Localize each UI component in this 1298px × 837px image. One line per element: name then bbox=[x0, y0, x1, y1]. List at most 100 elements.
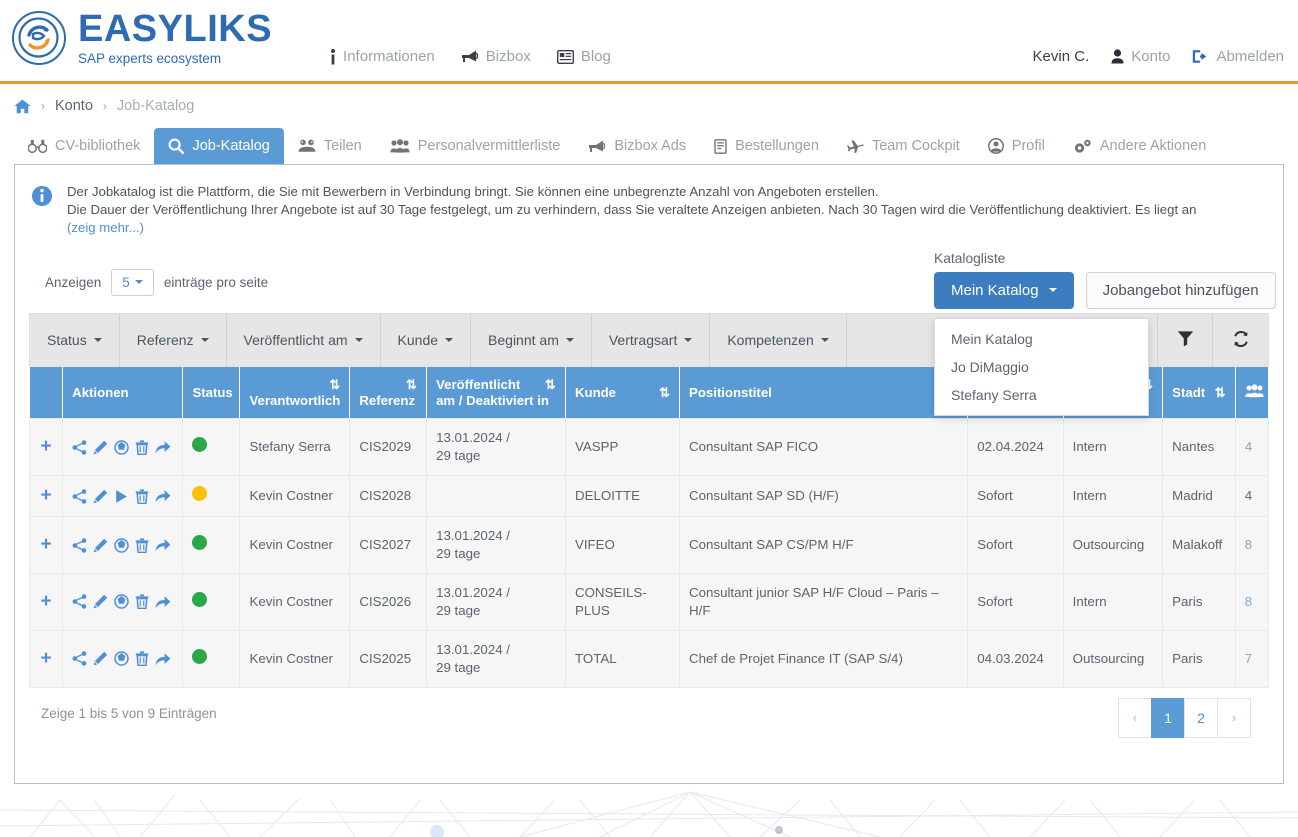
stop-circle-icon[interactable] bbox=[114, 538, 129, 553]
logout-link[interactable]: Abmelden bbox=[1192, 48, 1284, 65]
stop-circle-icon[interactable] bbox=[114, 651, 129, 666]
trash-icon[interactable] bbox=[135, 440, 149, 455]
top-nav-informationen[interactable]: Informationen bbox=[330, 48, 435, 65]
cell-text: Intern bbox=[1073, 439, 1107, 454]
cell-text: CIS2025 bbox=[359, 651, 411, 666]
trash-icon[interactable] bbox=[135, 594, 149, 609]
candidate-count[interactable]: 4 bbox=[1245, 439, 1252, 454]
share-icon[interactable] bbox=[72, 538, 87, 553]
top-nav-bizbox[interactable]: Bizbox bbox=[461, 48, 531, 65]
share-icon[interactable] bbox=[72, 440, 87, 455]
filter-beginnt-am[interactable]: Beginnt am bbox=[471, 314, 592, 367]
catalog-option-jo-dimaggio[interactable]: Jo DiMaggio bbox=[935, 353, 1148, 381]
alert-show-more-link[interactable]: (zeig mehr...) bbox=[67, 220, 144, 235]
sort-icon[interactable]: ⇅ bbox=[545, 377, 556, 393]
brand-logo[interactable]: EASYLIKS SAP experts ecosystem bbox=[0, 0, 272, 66]
filter-veroeffentlicht-am[interactable]: Veröffentlicht am bbox=[227, 314, 381, 367]
trash-icon[interactable] bbox=[135, 489, 149, 504]
col-veroeffentlicht-deaktiviert[interactable]: ⇅Veröffentlicht am / Deaktiviert in bbox=[427, 367, 566, 419]
account-link[interactable]: Konto bbox=[1111, 48, 1170, 65]
refresh-button[interactable] bbox=[1213, 314, 1268, 367]
filter-vertragsart[interactable]: Vertragsart bbox=[592, 314, 710, 367]
catalog-option-mein-katalog[interactable]: Mein Katalog bbox=[935, 325, 1148, 353]
pencil-icon[interactable] bbox=[93, 440, 108, 455]
tab-andere-aktionen[interactable]: Andere Aktionen bbox=[1059, 128, 1220, 164]
share-icon[interactable] bbox=[72, 489, 87, 504]
sort-icon[interactable]: ⇅ bbox=[1215, 385, 1226, 401]
forward-arrow-icon[interactable] bbox=[155, 440, 171, 454]
forward-arrow-icon[interactable] bbox=[155, 652, 171, 666]
row-veroeffentlicht-cell bbox=[427, 476, 566, 517]
cell-text: Paris bbox=[1172, 594, 1202, 609]
col-positionstitel[interactable]: ⇅Positionstitel bbox=[680, 367, 968, 419]
sort-icon[interactable]: ⇅ bbox=[329, 377, 340, 393]
page-1-button[interactable]: 1 bbox=[1151, 698, 1185, 738]
filter-status[interactable]: Status bbox=[30, 314, 120, 367]
candidate-count[interactable]: 8 bbox=[1245, 594, 1252, 609]
tab-profil[interactable]: Profil bbox=[974, 128, 1059, 164]
share-icon[interactable] bbox=[72, 651, 87, 666]
play-icon[interactable] bbox=[114, 489, 129, 504]
pencil-icon[interactable] bbox=[93, 594, 108, 609]
top-nav-blog[interactable]: Blog bbox=[557, 48, 611, 65]
catalog-option-stefany-serra[interactable]: Stefany Serra bbox=[935, 381, 1148, 409]
status-badge bbox=[192, 592, 207, 607]
expand-row-button[interactable]: + bbox=[41, 436, 52, 457]
add-job-offer-button[interactable]: Jobangebot hinzufügen bbox=[1086, 272, 1276, 309]
job-catalog-card: Der Jobkatalog ist die Plattform, die Si… bbox=[14, 164, 1284, 784]
filter-label: Kunde bbox=[398, 332, 438, 348]
catalog-dropdown-button[interactable]: Mein Katalog bbox=[934, 272, 1074, 309]
tab-bizbox-ads[interactable]: Bizbox Ads bbox=[574, 128, 700, 164]
sort-icon[interactable]: ⇅ bbox=[406, 377, 417, 393]
expand-row-button[interactable]: + bbox=[41, 485, 52, 506]
filter-kunde[interactable]: Kunde bbox=[381, 314, 471, 367]
row-status-cell bbox=[183, 476, 240, 517]
trash-icon[interactable] bbox=[135, 651, 149, 666]
candidate-count[interactable]: 7 bbox=[1245, 651, 1252, 666]
pencil-icon[interactable] bbox=[93, 489, 108, 504]
stop-circle-icon[interactable] bbox=[114, 440, 129, 455]
col-referenz[interactable]: ⇅Referenz bbox=[350, 367, 427, 419]
breadcrumb: › Konto › Job-Katalog bbox=[0, 84, 1298, 114]
sort-icon[interactable]: ⇅ bbox=[659, 385, 670, 401]
tab-team-cockpit[interactable]: Team Cockpit bbox=[833, 128, 974, 164]
tab-cv-bibliothek[interactable]: CV-bibliothek bbox=[14, 128, 154, 164]
page-length-control: Anzeigen 5 einträge pro seite bbox=[45, 269, 268, 296]
tab-label: Andere Aktionen bbox=[1100, 138, 1206, 154]
expand-row-button[interactable]: + bbox=[41, 648, 52, 669]
expand-row-button[interactable]: + bbox=[41, 534, 52, 555]
filter-kompetenzen[interactable]: Kompetenzen bbox=[710, 314, 846, 367]
stop-circle-icon[interactable] bbox=[114, 594, 129, 609]
pencil-icon[interactable] bbox=[93, 538, 108, 553]
forward-arrow-icon[interactable] bbox=[155, 595, 171, 609]
col-kunde[interactable]: ⇅ Kunde bbox=[565, 367, 679, 419]
pencil-icon[interactable] bbox=[93, 651, 108, 666]
filter-referenz[interactable]: Referenz bbox=[120, 314, 227, 367]
page-next-button[interactable]: › bbox=[1217, 698, 1251, 738]
col-label: Kunde bbox=[575, 385, 616, 400]
site-header: EASYLIKS SAP experts ecosystem Informati… bbox=[0, 0, 1298, 84]
page-prev-button[interactable]: ‹ bbox=[1118, 698, 1152, 738]
expand-row-button[interactable]: + bbox=[41, 591, 52, 612]
refresh-icon bbox=[1232, 330, 1250, 351]
page-length-select[interactable]: 5 bbox=[111, 269, 154, 296]
share-icon[interactable] bbox=[72, 594, 87, 609]
forward-arrow-icon[interactable] bbox=[155, 538, 171, 552]
trash-icon[interactable] bbox=[135, 538, 149, 553]
tab-bestellungen[interactable]: Bestellungen bbox=[700, 128, 833, 164]
tab-teilen[interactable]: Teilen bbox=[284, 128, 376, 164]
tab-personalvermittlerliste[interactable]: Personalvermittlerliste bbox=[376, 128, 575, 164]
forward-arrow-icon[interactable] bbox=[155, 489, 171, 503]
breadcrumb-item-konto[interactable]: Konto bbox=[55, 98, 93, 114]
status-badge bbox=[192, 437, 207, 452]
page-2-button[interactable]: 2 bbox=[1184, 698, 1218, 738]
row-vertragsart-cell: Outsourcing bbox=[1063, 517, 1163, 574]
cell-text: Stefany Serra bbox=[249, 439, 330, 454]
candidate-count[interactable]: 8 bbox=[1245, 537, 1252, 552]
apply-filter-button[interactable] bbox=[1158, 314, 1213, 367]
col-stadt[interactable]: ⇅Stadt bbox=[1163, 367, 1236, 419]
home-icon[interactable] bbox=[14, 99, 31, 114]
col-verantwortlich[interactable]: ⇅Verantwortlich bbox=[240, 367, 350, 419]
tab-job-katalog[interactable]: Job-Katalog bbox=[154, 128, 283, 164]
row-positionstitel-cell: Chef de Projet Finance IT (SAP S/4) bbox=[680, 630, 968, 687]
